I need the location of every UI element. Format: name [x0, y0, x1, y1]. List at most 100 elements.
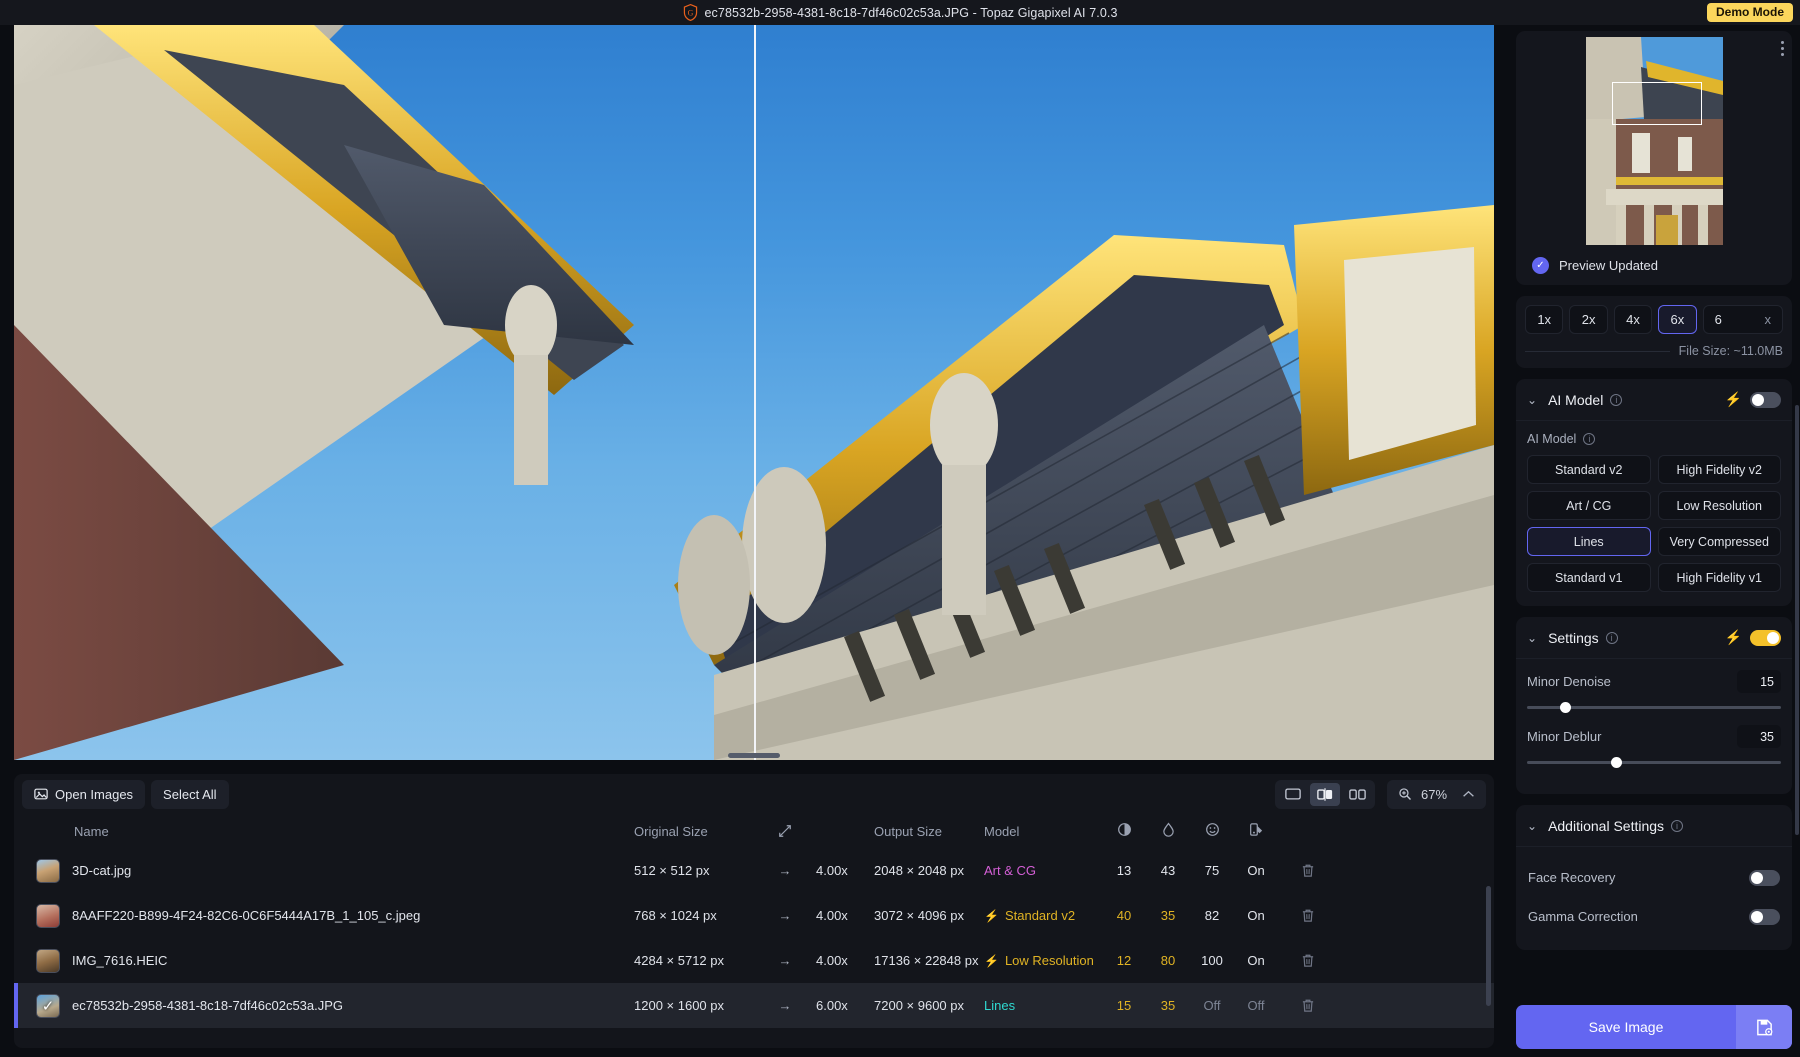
delete-row-button[interactable]	[1278, 998, 1338, 1013]
cell-face-recovery[interactable]: 82	[1190, 908, 1234, 923]
cell-face-recovery[interactable]: 100	[1190, 953, 1234, 968]
cell-deblur[interactable]: 35	[1146, 908, 1190, 923]
ai-model-option-very-compressed[interactable]: Very Compressed	[1658, 527, 1782, 556]
col-header-denoise[interactable]	[1102, 822, 1146, 840]
info-icon[interactable]: i	[1606, 632, 1618, 644]
delete-row-button[interactable]	[1278, 953, 1338, 968]
additional-settings-header[interactable]: ⌄ Additional Settings i	[1516, 805, 1792, 847]
cell-color-correction[interactable]: Off	[1234, 998, 1278, 1013]
more-options-icon[interactable]	[1781, 41, 1784, 56]
slider-knob[interactable]	[1611, 757, 1622, 768]
cell-model[interactable]: ⚡Standard v2	[984, 908, 1102, 923]
col-header-deblur[interactable]	[1146, 822, 1190, 840]
ai-model-option-standard-v1[interactable]: Standard v1	[1527, 563, 1651, 592]
cell-model[interactable]: Lines	[984, 998, 1102, 1013]
slider-track[interactable]	[1527, 706, 1781, 709]
slider-knob[interactable]	[1560, 702, 1571, 713]
slider-track[interactable]	[1527, 761, 1781, 764]
chevron-down-icon[interactable]: ⌄	[1527, 631, 1537, 645]
view-side-by-side-button[interactable]	[1342, 783, 1372, 806]
toggle-face-recovery[interactable]	[1749, 870, 1780, 886]
ai-model-option-high-fidelity-v1[interactable]: High Fidelity v1	[1658, 563, 1782, 592]
col-header-color-correction[interactable]	[1234, 822, 1278, 840]
col-header-output-size[interactable]: Output Size	[874, 824, 984, 839]
scale-2x-button[interactable]: 2x	[1569, 305, 1607, 334]
settings-header[interactable]: ⌄ Settings i ⚡	[1516, 617, 1792, 659]
save-file-icon[interactable]	[1736, 1005, 1792, 1049]
cell-face-recovery[interactable]: Off	[1190, 998, 1234, 1013]
sidebar-scrollbar[interactable]	[1795, 405, 1799, 835]
cell-scale[interactable]: 4.00x	[816, 908, 874, 923]
info-icon[interactable]: i	[1583, 433, 1595, 445]
cell-denoise[interactable]: 15	[1102, 998, 1146, 1013]
image-compare-viewer[interactable]	[14, 25, 1494, 760]
cell-model[interactable]: Art & CG	[984, 863, 1102, 878]
chevron-down-icon[interactable]: ⌄	[1527, 819, 1537, 833]
file-thumbnail	[36, 859, 60, 883]
ai-model-option-lines[interactable]: Lines	[1527, 527, 1651, 556]
info-icon[interactable]: i	[1610, 394, 1622, 406]
delete-row-button[interactable]	[1278, 908, 1338, 923]
cell-denoise[interactable]: 40	[1102, 908, 1146, 923]
ai-model-option-standard-v2[interactable]: Standard v2	[1527, 455, 1651, 484]
scale-4x-button[interactable]: 4x	[1614, 305, 1652, 334]
table-row[interactable]: 8AAFF220-B899-4F24-82C6-0C6F5444A17B_1_1…	[14, 893, 1494, 938]
settings-auto-toggle[interactable]	[1750, 630, 1781, 646]
zoom-control[interactable]: 67%	[1387, 780, 1486, 809]
col-header-model[interactable]: Model	[984, 824, 1102, 839]
scale-1x-button[interactable]: 1x	[1525, 305, 1563, 334]
cell-scale[interactable]: 6.00x	[816, 998, 874, 1013]
cell-model[interactable]: ⚡Low Resolution	[984, 953, 1102, 968]
select-all-button[interactable]: Select All	[151, 780, 228, 809]
scale-6x-button[interactable]: 6x	[1658, 305, 1696, 334]
lightning-icon: ⚡	[984, 954, 999, 968]
scale-custom-input[interactable]: 6 x	[1703, 305, 1783, 334]
delete-row-button[interactable]	[1278, 863, 1338, 878]
col-header-face-recovery[interactable]	[1190, 822, 1234, 840]
open-images-button[interactable]: Open Images	[22, 780, 145, 809]
ai-model-auto-toggle[interactable]	[1750, 392, 1781, 408]
cell-denoise[interactable]: 12	[1102, 953, 1146, 968]
ai-model-option-low-resolution[interactable]: Low Resolution	[1658, 491, 1782, 520]
ai-model-option-high-fidelity-v2[interactable]: High Fidelity v2	[1658, 455, 1782, 484]
view-split-button[interactable]	[1310, 783, 1340, 806]
col-header-expand-arrow[interactable]	[754, 824, 816, 838]
save-image-button[interactable]: Save Image	[1516, 1005, 1792, 1049]
save-image-label: Save Image	[1516, 1019, 1736, 1035]
table-scrollbar[interactable]	[1486, 886, 1491, 1006]
preview-crop-box[interactable]	[1612, 82, 1702, 125]
col-header-original-size[interactable]: Original Size	[634, 824, 754, 839]
chevron-up-icon[interactable]	[1462, 790, 1475, 798]
slider-value-input[interactable]: 35	[1737, 725, 1781, 748]
model-name: Standard v2	[1005, 908, 1075, 923]
cell-deblur[interactable]: 80	[1146, 953, 1190, 968]
table-row[interactable]: 3D-cat.jpg512 × 512 px→4.00x2048 × 2048 …	[14, 848, 1494, 893]
ai-model-header[interactable]: ⌄ AI Model i ⚡	[1516, 379, 1792, 421]
info-icon[interactable]: i	[1671, 820, 1683, 832]
split-compare-divider[interactable]	[754, 25, 756, 760]
cell-denoise[interactable]: 13	[1102, 863, 1146, 878]
cell-name[interactable]: 3D-cat.jpg	[14, 859, 634, 883]
cell-color-correction[interactable]: On	[1234, 953, 1278, 968]
table-row[interactable]: IMG_7616.HEIC4284 × 5712 px→4.00x17136 ×…	[14, 938, 1494, 983]
view-single-button[interactable]	[1278, 783, 1308, 806]
table-row[interactable]: ✓ec78532b-2958-4381-8c18-7df46c02c53a.JP…	[14, 983, 1494, 1028]
cell-deblur[interactable]: 35	[1146, 998, 1190, 1013]
cell-color-correction[interactable]: On	[1234, 863, 1278, 878]
cell-face-recovery[interactable]: 75	[1190, 863, 1234, 878]
preview-thumbnail[interactable]	[1522, 37, 1786, 245]
cell-scale[interactable]: 4.00x	[816, 863, 874, 878]
panel-resize-handle[interactable]	[728, 753, 780, 758]
cell-name[interactable]: 8AAFF220-B899-4F24-82C6-0C6F5444A17B_1_1…	[14, 904, 634, 928]
col-header-name[interactable]: Name	[14, 824, 634, 839]
cell-scale[interactable]: 4.00x	[816, 953, 874, 968]
chevron-down-icon[interactable]: ⌄	[1527, 393, 1537, 407]
cell-name[interactable]: ✓ec78532b-2958-4381-8c18-7df46c02c53a.JP…	[14, 994, 634, 1018]
ai-model-option-art-cg[interactable]: Art / CG	[1527, 491, 1651, 520]
cell-deblur[interactable]: 43	[1146, 863, 1190, 878]
toggle-gamma-correction[interactable]	[1749, 909, 1780, 925]
cell-color-correction[interactable]: On	[1234, 908, 1278, 923]
slider-value-input[interactable]: 15	[1737, 670, 1781, 693]
cell-name[interactable]: IMG_7616.HEIC	[14, 949, 634, 973]
cell-original-size: 1200 × 1600 px	[634, 998, 754, 1013]
